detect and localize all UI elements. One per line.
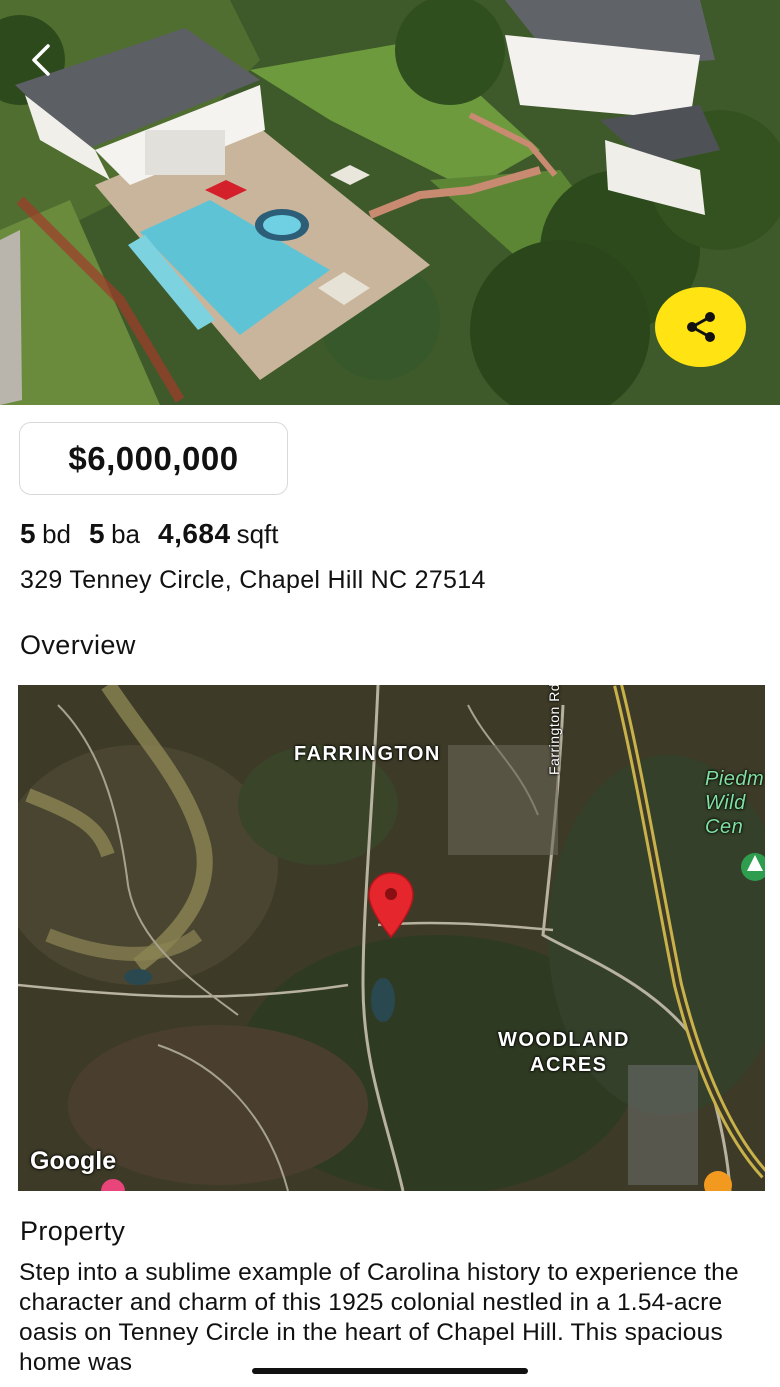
back-button[interactable]	[22, 38, 62, 82]
chevron-left-icon	[32, 44, 50, 76]
overview-heading: Overview	[20, 630, 136, 660]
google-logo: Google	[30, 1147, 117, 1175]
beds-fact: 5 bd	[20, 518, 71, 550]
baths-unit: ba	[111, 519, 140, 549]
sqft-count: 4,684	[158, 518, 231, 549]
map-label-farrington: FARRINGTON	[294, 743, 441, 765]
home-indicator[interactable]	[252, 1368, 528, 1374]
map-label-woodland: WOODLAND	[498, 1029, 630, 1051]
baths-count: 5	[89, 518, 106, 549]
map-label-acres: ACRES	[530, 1054, 608, 1076]
price-badge: $6,000,000	[19, 422, 288, 495]
share-button[interactable]	[655, 287, 746, 367]
property-photo[interactable]	[0, 0, 780, 405]
property-heading: Property	[20, 1216, 126, 1246]
map-view[interactable]: FARRINGTON WOODLAND ACRES Farrington Rd …	[18, 685, 765, 1191]
sqft-unit: sqft	[236, 519, 279, 549]
property-description: Step into a sublime example of Carolina …	[19, 1259, 739, 1376]
address: 329 Tenney Circle, Chapel Hill NC 27514	[20, 566, 486, 594]
beds-unit: bd	[42, 519, 71, 549]
property-facts: 5 bd 5 ba 4,684 sqft	[20, 518, 279, 550]
baths-fact: 5 ba	[89, 518, 140, 550]
beds-count: 5	[20, 518, 37, 549]
map-road-label: Farrington Rd	[546, 685, 562, 775]
share-icon	[686, 312, 715, 342]
map-poi-label: Piedm Wild Cen	[705, 768, 765, 838]
sqft-fact: 4,684 sqft	[158, 518, 279, 550]
